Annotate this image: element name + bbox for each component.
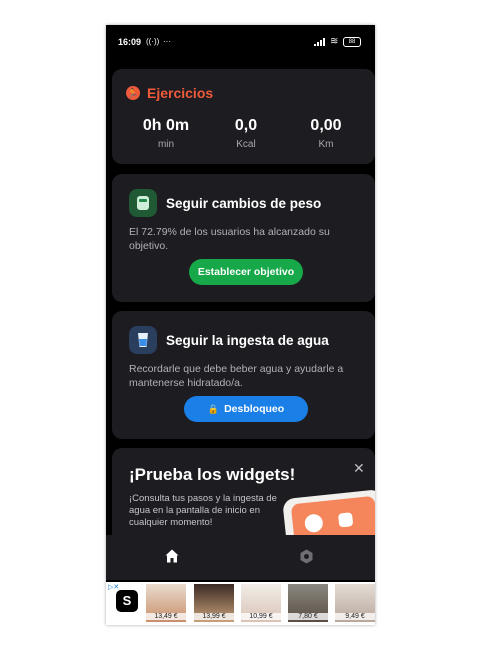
stat-calories: 0,0 Kcal: [201, 117, 291, 150]
phone-screen: 16:09 ((·)) ··· ≋ 88 🏃 Ejercicios 0h 0m …: [106, 25, 375, 625]
exercises-card[interactable]: 🏃 Ejercicios 0h 0m min 0,0 Kcal 0,00 Km: [112, 69, 375, 164]
running-icon: 🏃: [126, 86, 140, 100]
settings-icon[interactable]: [299, 549, 314, 564]
status-bar: 16:09 ((·)) ··· ≋ 88: [106, 25, 375, 57]
ad-product[interactable]: 13,99 €: [194, 584, 234, 622]
ad-product[interactable]: 13,49 €: [146, 584, 186, 622]
weight-description: El 72.79% de los usuarios ha alcanzado s…: [129, 226, 330, 252]
wifi-icon: ≋: [330, 36, 339, 47]
stat-value: 0h 0m: [142, 117, 190, 134]
cast-icon: ((·)): [146, 37, 160, 46]
home-icon[interactable]: [165, 549, 179, 563]
promo-title: ¡Prueba los widgets!: [129, 465, 296, 484]
water-title: Seguir la ingesta de agua: [166, 333, 329, 348]
widgets-promo-card[interactable]: ¡Prueba los widgets! ¡Consulta tus pasos…: [112, 448, 375, 560]
water-description: Recordarle que debe beber agua y ayudarl…: [129, 363, 344, 389]
more-dots-icon: ···: [163, 37, 171, 46]
signal-icon: [314, 38, 326, 46]
stat-value: 0,0: [234, 117, 258, 134]
battery-icon: 88: [343, 37, 361, 47]
stat-duration: 0h 0m min: [121, 117, 211, 150]
unlock-button[interactable]: 🔒 Desbloqueo: [184, 396, 308, 422]
stat-unit: min: [157, 139, 175, 150]
water-glass-icon: [129, 326, 157, 354]
stat-unit: Kcal: [236, 139, 256, 150]
stat-distance: 0,00 Km: [281, 117, 371, 150]
close-icon[interactable]: ✕: [353, 460, 365, 477]
ad-product[interactable]: 9,49 €: [335, 584, 375, 622]
weight-title: Seguir cambios de peso: [166, 196, 322, 211]
ad-price: 10,99 €: [241, 613, 281, 620]
ad-price: 13,49 €: [146, 613, 186, 620]
scale-icon: [129, 189, 157, 217]
ad-price: 9,49 €: [335, 613, 375, 620]
weight-card: Seguir cambios de peso El 72.79% de los …: [112, 174, 375, 302]
ad-product[interactable]: 10,99 €: [241, 584, 281, 622]
status-time: 16:09: [118, 37, 142, 47]
ad-price: 13,99 €: [194, 613, 234, 620]
ad-banner[interactable]: ▷✕ S 13,49 € 13,99 € 10,99 € 7,80 € 9,49…: [106, 582, 375, 625]
unlock-label: Desbloqueo: [224, 403, 285, 415]
ad-price: 7,80 €: [288, 613, 328, 620]
set-goal-button[interactable]: Establecer objetivo: [189, 259, 303, 285]
exercises-title: Ejercicios: [147, 85, 214, 101]
lock-icon: 🔒: [207, 403, 220, 414]
ad-product[interactable]: 7,80 €: [288, 584, 328, 622]
stat-value: 0,00: [310, 117, 342, 134]
water-card: Seguir la ingesta de agua Recordarle que…: [112, 311, 375, 439]
stat-unit: Km: [318, 139, 334, 150]
bottom-nav: [106, 535, 375, 580]
shein-logo: S: [116, 590, 138, 612]
promo-description: ¡Consulta tus pasos y la ingesta de agua…: [129, 493, 277, 528]
exercises-header: 🏃 Ejercicios: [126, 85, 213, 101]
